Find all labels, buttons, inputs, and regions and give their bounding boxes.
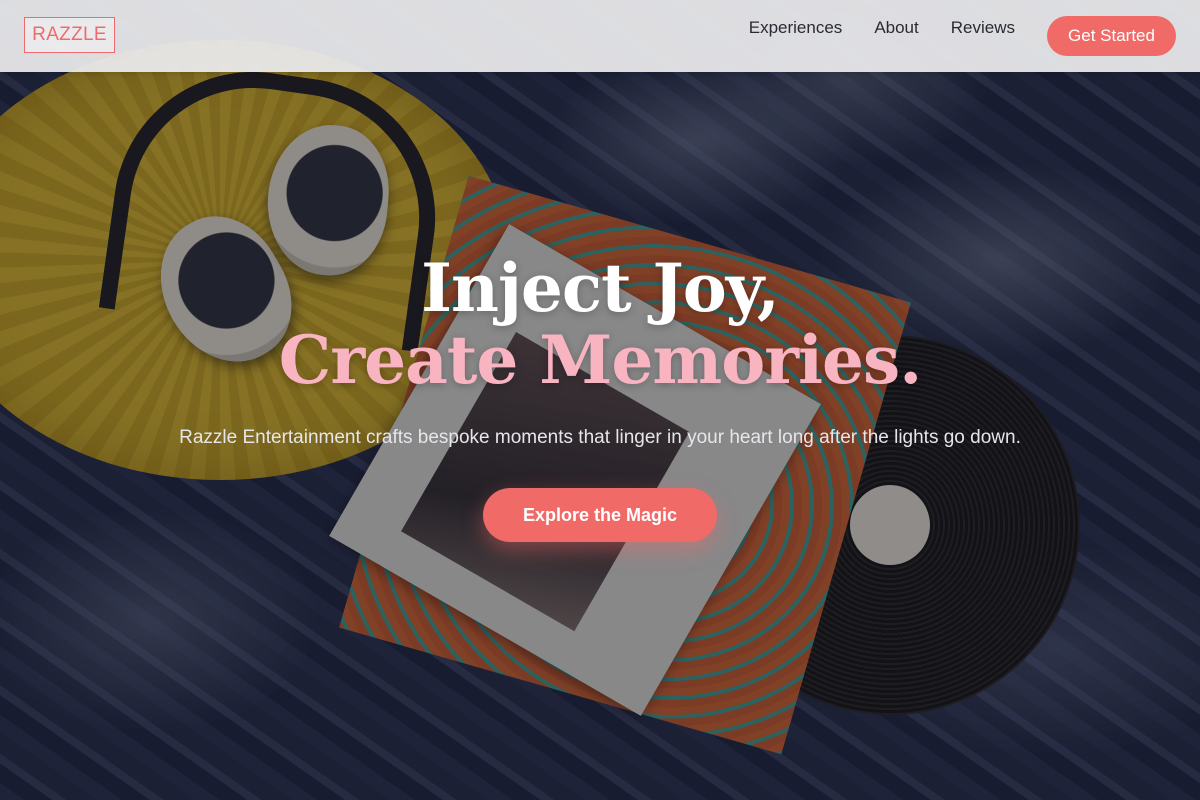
headline-line-1: Inject Joy,: [421, 249, 780, 327]
nav-link-about[interactable]: About: [874, 18, 918, 38]
headline-line-2: Create Memories.: [278, 321, 922, 399]
top-navigation-bar: RAZZLE Experiences About Reviews Get Sta…: [0, 0, 1200, 72]
explore-the-magic-button[interactable]: Explore the Magic: [483, 488, 717, 542]
razzle-logo[interactable]: RAZZLE: [24, 17, 115, 53]
nav-links: Experiences About Reviews: [749, 18, 1015, 38]
hero-section: Inject Joy, Create Memories. Razzle Ente…: [0, 252, 1200, 542]
get-started-button[interactable]: Get Started: [1047, 16, 1176, 56]
nav-link-reviews[interactable]: Reviews: [951, 18, 1015, 38]
nav-link-experiences[interactable]: Experiences: [749, 18, 843, 38]
hero-subtitle: Razzle Entertainment crafts bespoke mome…: [179, 427, 1021, 448]
hero-headline: Inject Joy, Create Memories.: [0, 252, 1200, 396]
